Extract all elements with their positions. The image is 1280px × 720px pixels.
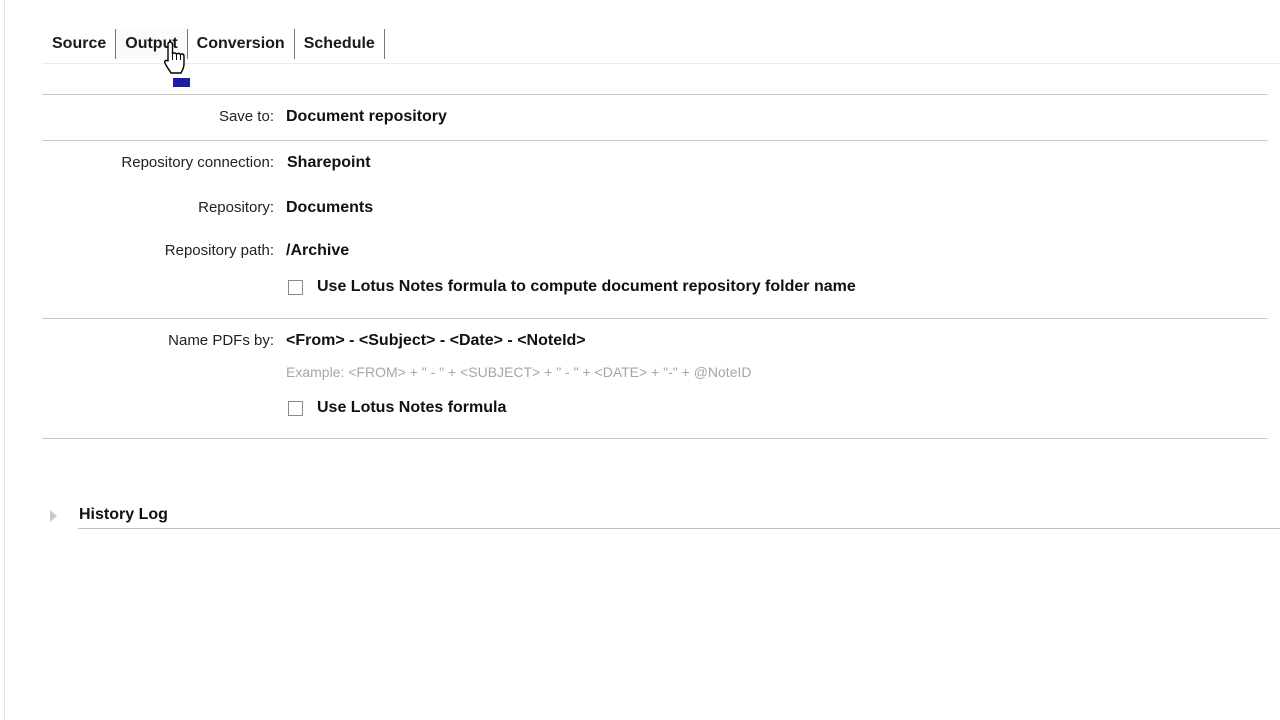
repository-connection-row: Repository connection: Sharepoint xyxy=(42,151,1268,175)
repository-label: Repository: xyxy=(198,199,274,216)
folder-formula-option: Use Lotus Notes formula to compute docum… xyxy=(286,276,856,298)
save-to-value: Document repository xyxy=(286,108,447,125)
history-log-title[interactable]: History Log xyxy=(79,506,168,524)
repository-value: Documents xyxy=(286,199,374,216)
separator-after-naming xyxy=(42,438,1268,439)
name-pdfs-row: Name PDFs by: <From> - <Subject> - <Date… xyxy=(42,329,1268,353)
repository-path-label: Repository path: xyxy=(164,242,274,259)
history-log-section: History Log xyxy=(50,504,1280,530)
name-pdfs-example: Example: <FROM> + " - " + <SUBJECT> + " … xyxy=(286,364,752,380)
save-to-label: Save to: xyxy=(218,108,274,125)
separator-after-save-to xyxy=(42,140,1268,141)
separator-top xyxy=(42,94,1268,95)
tab-conversion[interactable]: Conversion xyxy=(188,29,295,59)
folder-formula-label: Use Lotus Notes formula to compute docum… xyxy=(317,278,856,295)
repository-path-row: Repository path: /Archive xyxy=(42,239,1268,263)
hand-pointer-icon xyxy=(164,41,190,87)
tab-source[interactable]: Source xyxy=(42,29,117,59)
separator-after-repository xyxy=(42,318,1268,319)
tab-bar: Source Output Conversion Schedule xyxy=(42,29,1280,64)
name-pdfs-value: <From> - <Subject> - <Date> - <NoteId> xyxy=(286,332,586,349)
left-border xyxy=(4,0,5,720)
repository-path-value: /Archive xyxy=(286,242,350,259)
name-formula-checkbox[interactable] xyxy=(288,400,303,416)
repository-connection-label: Repository connection: xyxy=(121,154,274,171)
triangle-right-icon[interactable] xyxy=(50,510,57,522)
folder-formula-checkbox[interactable] xyxy=(288,279,303,295)
name-pdfs-label: Name PDFs by: xyxy=(168,332,274,349)
tab-schedule[interactable]: Schedule xyxy=(295,29,385,59)
history-log-divider xyxy=(78,528,1280,529)
repository-connection-value: Sharepoint xyxy=(287,154,371,171)
save-to-row: Save to: Document repository xyxy=(42,105,1268,129)
page: Source Output Conversion Schedule Save t… xyxy=(0,0,1280,720)
name-formula-option: Use Lotus Notes formula xyxy=(286,397,506,419)
name-formula-label: Use Lotus Notes formula xyxy=(317,399,507,416)
repository-row: Repository: Documents xyxy=(42,196,1268,220)
